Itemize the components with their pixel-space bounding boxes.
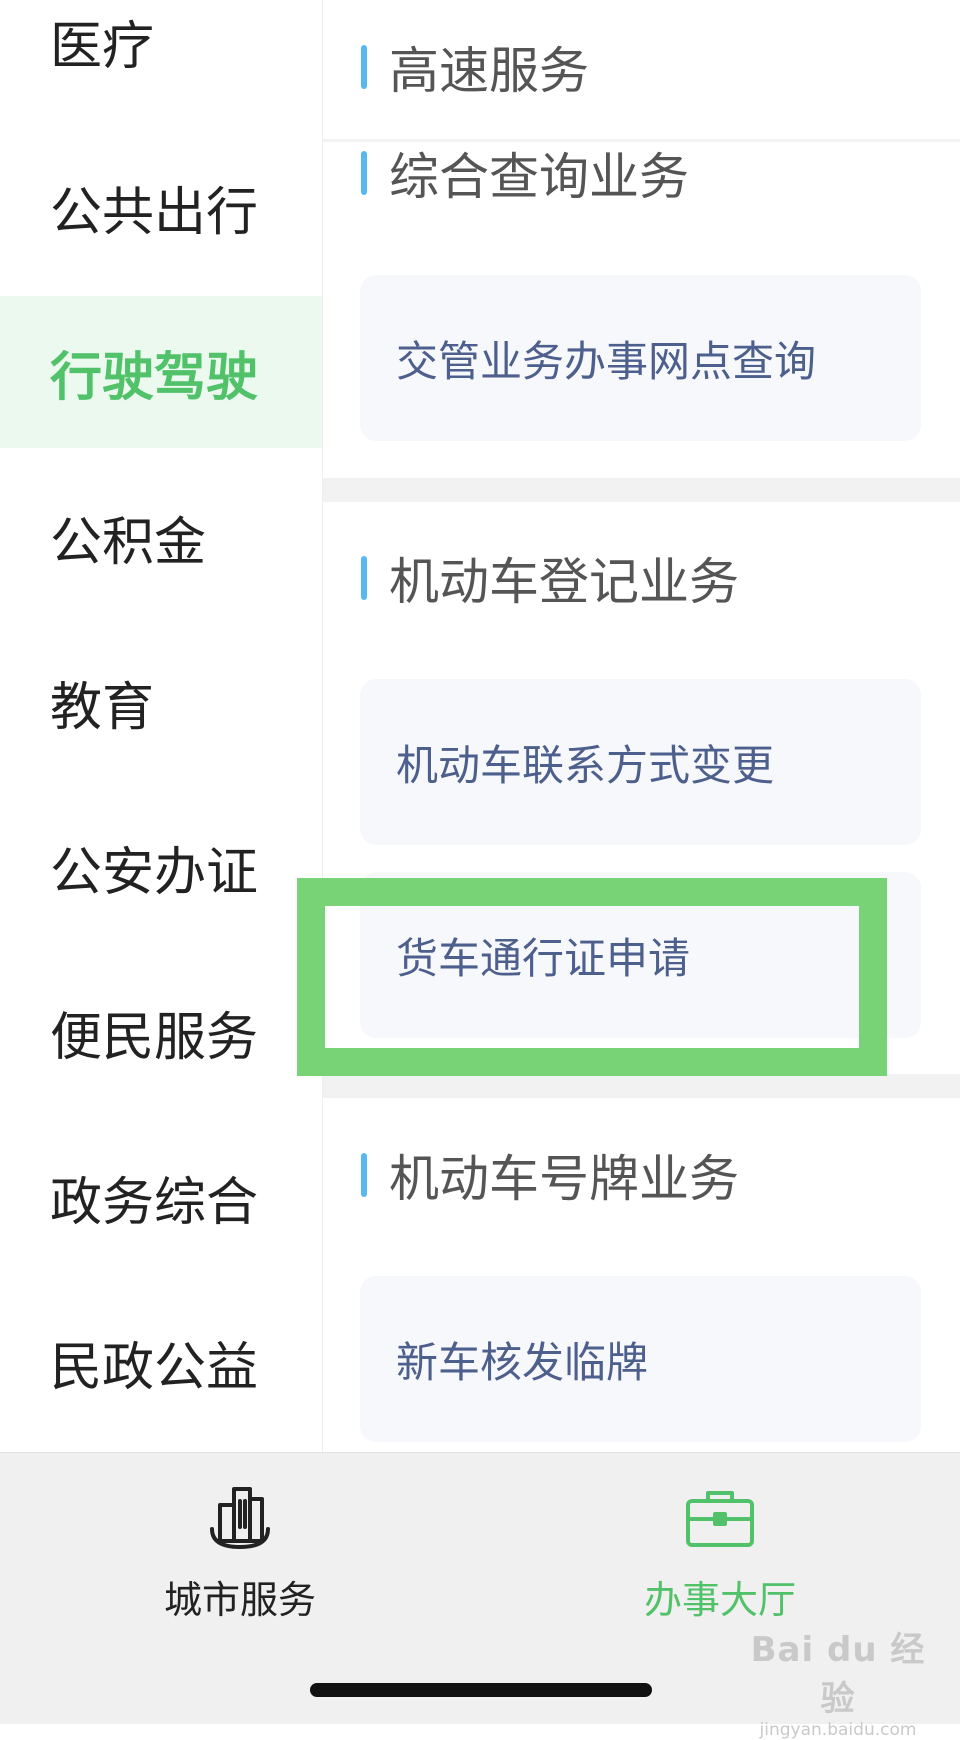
- section-title-general-query: 综合查询业务: [361, 143, 689, 206]
- sidebar-item-label: 民政公益: [50, 1337, 259, 1398]
- sidebar-item-civil-affairs[interactable]: 民政公益: [0, 1286, 322, 1438]
- sidebar-item-public-transport[interactable]: 公共出行: [0, 131, 322, 283]
- sidebar-item-convenience-services[interactable]: 便民服务: [0, 956, 322, 1108]
- section-title-highway: 高速服务: [361, 37, 589, 100]
- section-title-text: 综合查询业务: [389, 148, 689, 206]
- sidebar-item-label: 教育: [50, 677, 155, 738]
- divider: [323, 1074, 960, 1098]
- section-marker: [361, 151, 367, 195]
- service-card-traffic-office-query[interactable]: 交管业务办事网点查询: [360, 275, 921, 441]
- service-card-label: 机动车联系方式变更: [396, 740, 775, 790]
- category-sidebar: 医疗 公共出行 行驶驾驶 公积金 教育 公安办证 便民服务 政务综合 民政公益: [0, 0, 323, 1452]
- sidebar-item-label: 公安办证: [50, 842, 259, 903]
- sidebar-item-label: 公积金: [50, 512, 207, 573]
- sidebar-item-label: 行驶驾驶: [50, 347, 259, 408]
- sidebar-item-label: 便民服务: [50, 1007, 259, 1068]
- watermark-text: Bai du 经验: [750, 1630, 926, 1719]
- section-title-text: 机动车号牌业务: [389, 1150, 739, 1208]
- sidebar-item-police-certificates[interactable]: 公安办证: [0, 791, 322, 943]
- tab-label: 办事大厅: [643, 1578, 796, 1622]
- sidebar-item-housing-fund[interactable]: 公积金: [0, 461, 322, 613]
- section-marker: [361, 556, 367, 600]
- sidebar-item-label: 公共出行: [50, 182, 259, 243]
- tab-label: 城市服务: [163, 1578, 316, 1622]
- tab-city-services[interactable]: 城市服务: [110, 1483, 370, 1633]
- city-buildings-icon: [202, 1483, 278, 1557]
- section-title-license-plate: 机动车号牌业务: [361, 1145, 739, 1208]
- service-card-temp-plate[interactable]: 新车核发临牌: [360, 1276, 921, 1442]
- baidu-watermark: Bai du 经验 jingyan.baidu.com: [738, 1622, 938, 1740]
- service-card-label: 货车通行证申请: [396, 933, 691, 983]
- sidebar-item-education[interactable]: 教育: [0, 626, 322, 778]
- section-marker: [361, 45, 367, 89]
- sidebar-item-medical[interactable]: 医疗: [0, 0, 322, 117]
- divider: [323, 478, 960, 502]
- section-title-vehicle-registration: 机动车登记业务: [361, 548, 739, 611]
- sidebar-item-label: 政务综合: [50, 1172, 259, 1233]
- section-marker: [361, 1153, 367, 1197]
- home-indicator[interactable]: [310, 1683, 652, 1697]
- service-card-label: 交管业务办事网点查询: [396, 336, 817, 386]
- service-card-contact-change[interactable]: 机动车联系方式变更: [360, 679, 921, 845]
- section-title-text: 高速服务: [389, 42, 589, 100]
- sidebar-item-government-affairs[interactable]: 政务综合: [0, 1121, 322, 1273]
- tab-service-hall[interactable]: 办事大厅: [590, 1483, 850, 1633]
- sidebar-item-label: 医疗: [50, 16, 155, 77]
- section-title-text: 机动车登记业务: [389, 553, 739, 611]
- briefcase-icon: [682, 1483, 758, 1557]
- sidebar-item-driving[interactable]: 行驶驾驶: [0, 296, 322, 448]
- service-card-truck-permit[interactable]: 货车通行证申请: [360, 872, 921, 1038]
- watermark-url: jingyan.baidu.com: [759, 1720, 917, 1740]
- service-list: 高速服务 综合查询业务 交管业务办事网点查询 机动车登记业务 机动车联系方式变更…: [323, 0, 960, 1452]
- service-card-label: 新车核发临牌: [396, 1337, 649, 1387]
